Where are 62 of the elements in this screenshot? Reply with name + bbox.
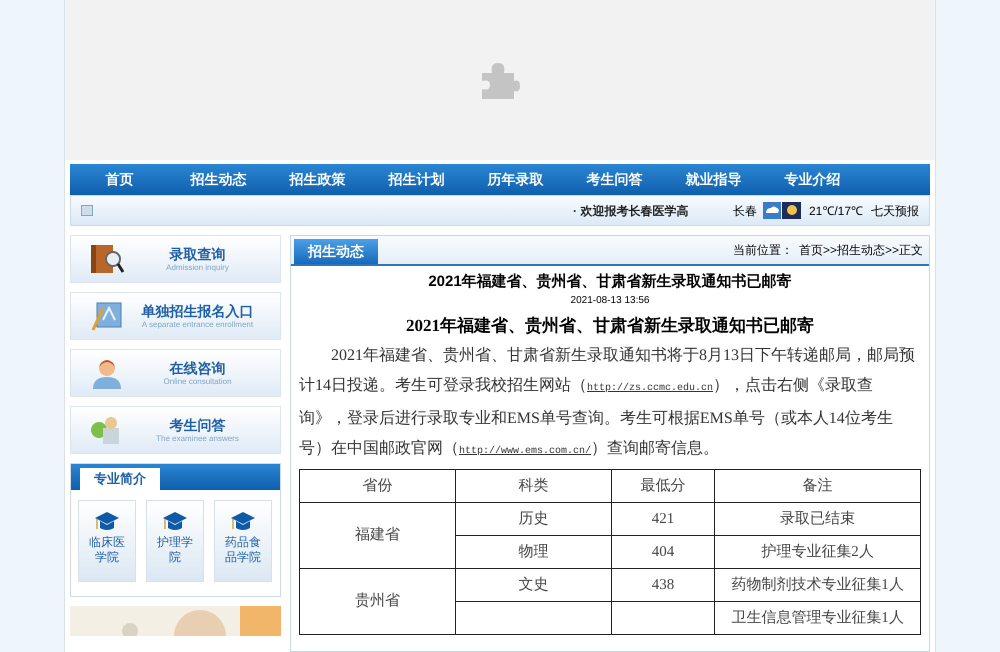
- score-cell: 438: [612, 568, 714, 602]
- nav-link[interactable]: 招生计划: [367, 169, 466, 190]
- quick-link-button[interactable]: 录取查询 Admission inquiry: [70, 235, 281, 283]
- quick-link-subtitle: A separate entrance enrollment: [142, 320, 254, 330]
- major-label: 临床医学院: [88, 535, 126, 565]
- score-cell: 404: [612, 536, 714, 568]
- major-label: 护理学院: [156, 535, 194, 565]
- article-title: 2021年福建省、贵州省、甘肃省新生录取通知书已邮寄: [428, 272, 792, 292]
- quick-link-title: 考生问答: [170, 416, 226, 434]
- quick-link-title: 在线咨询: [170, 359, 226, 377]
- subject-cell: 文史: [456, 568, 612, 602]
- note-cell: 药物制剂技术专业征集1人: [714, 568, 920, 602]
- quick-link-title: 录取查询: [170, 245, 226, 263]
- weather-icon: [763, 202, 801, 219]
- article-heading: 2021年福建省、贵州省、甘肃省新生录取通知书已邮寄: [406, 315, 814, 337]
- website-link[interactable]: http://www.ems.com.cn/: [459, 446, 592, 457]
- quick-link-subtitle: The examinee answers: [156, 434, 239, 444]
- quick-link-subtitle: Online consultation: [163, 377, 232, 387]
- quick-link-title: 单独招生报名入口: [142, 302, 254, 320]
- article-paragraph: 2021年福建省、贵州省、甘肃省新生录取通知书将于8月13日下午转递邮局，邮局预计14日投递。考生可登录我校招生网站（http://zs.ccmc.edu.cn），点击右侧《录取查询》，登录后进行录取专业和EMS单号查询。考生可根据EMS单号（或本人14位考生号）在中国邮政官网（http://www.ems.com.cn/）查询邮寄信息。: [299, 346, 916, 459]
- news-ticker[interactable]: · 欢迎报考长春医学高: [573, 204, 688, 218]
- subject-cell: 物理: [456, 536, 612, 568]
- nav-link[interactable]: 招生政策: [268, 169, 367, 190]
- subject-cell: 历史: [456, 502, 612, 536]
- note-cell: 录取已结束: [714, 502, 920, 536]
- quick-link-button[interactable]: 单独招生报名入口 A separate entrance enrollment: [70, 292, 281, 340]
- nav-link[interactable]: 历年录取: [466, 169, 565, 190]
- nav-link[interactable]: 就业指导: [664, 169, 763, 190]
- province-cell: 贵州省: [300, 568, 456, 634]
- quick-link-button[interactable]: 在线咨询 Online consultation: [70, 349, 281, 397]
- note-cell: 护理专业征集2人: [714, 536, 920, 568]
- temperature: 21℃/17℃: [809, 202, 864, 220]
- section-tab[interactable]: 招生动态: [294, 239, 378, 264]
- major-card[interactable]: 临床医学院: [78, 500, 136, 582]
- column-header: 科类: [456, 470, 612, 502]
- forecast-link[interactable]: 七天预报: [871, 202, 920, 220]
- breadcrumb: 首页>>招生动态>>正文: [798, 243, 923, 257]
- major-card[interactable]: 药品食品学院: [214, 500, 272, 582]
- book-magnifier-icon: [89, 243, 125, 275]
- note-cell: 卫生信息管理专业征集1人: [714, 602, 920, 634]
- weather-city: 长春: [733, 202, 757, 220]
- column-header: 最低分: [612, 470, 714, 502]
- graduation-cap-icon: [230, 511, 256, 533]
- quick-link-subtitle: Admission inquiry: [166, 263, 229, 273]
- province-cell: 福建省: [300, 502, 456, 568]
- plugin-icon: [480, 61, 520, 99]
- nav-link[interactable]: 首页: [70, 169, 169, 190]
- article-date: 2021-08-13 13:56: [570, 294, 650, 308]
- quick-link-button[interactable]: 考生问答 The examinee answers: [70, 406, 281, 454]
- column-header: 备注: [714, 470, 920, 502]
- major-card[interactable]: 护理学院: [146, 500, 204, 582]
- nav-link[interactable]: 专业介绍: [763, 169, 862, 190]
- score-cell: 421: [612, 502, 714, 536]
- breadcrumb-label: 当前位置：: [732, 243, 793, 257]
- image-icon: [81, 205, 93, 216]
- column-header: 省份: [300, 470, 456, 502]
- major-label: 药品食品学院: [224, 535, 262, 565]
- website-link[interactable]: http://zs.ccmc.edu.cn: [587, 383, 714, 394]
- graduation-cap-icon: [94, 511, 120, 533]
- nav-link[interactable]: 招生动态: [169, 169, 268, 190]
- graduation-cap-icon: [162, 511, 188, 533]
- nav-link[interactable]: 考生问答: [565, 169, 664, 190]
